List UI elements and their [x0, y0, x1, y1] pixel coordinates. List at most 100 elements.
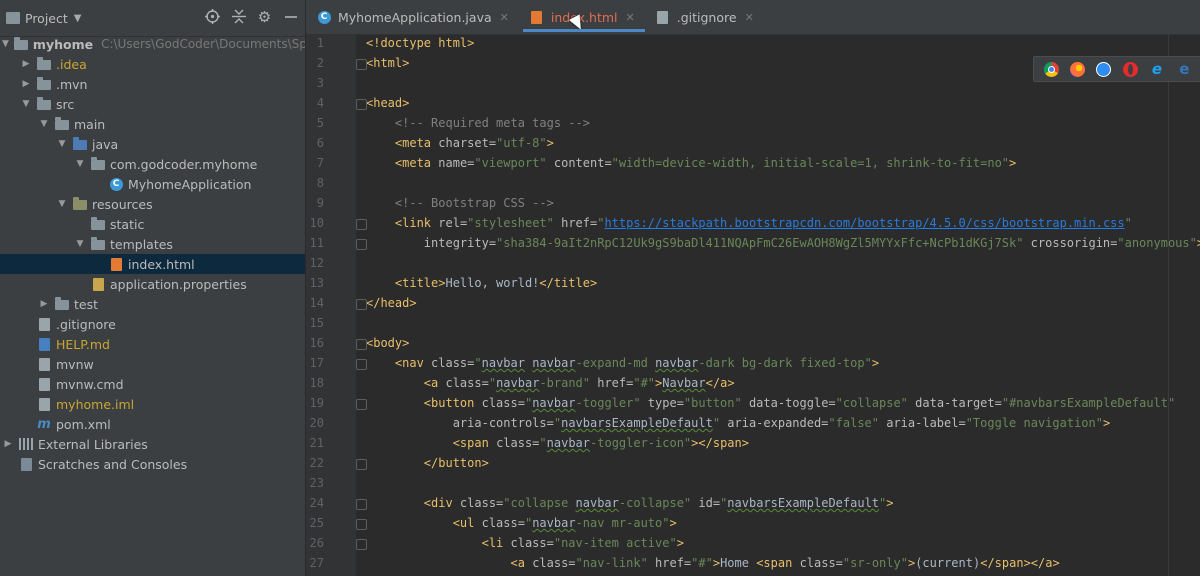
code-line[interactable]: </button> — [306, 453, 1200, 473]
tree-item[interactable]: ▶application.properties — [0, 274, 305, 294]
code-editor[interactable]: 1 2 3 4 5 6 7 8 9 10 11 12 13 14 15 16 17 18 19 20 21 22 23 24 2… — [306, 35, 1200, 576]
code-token: class= — [431, 356, 475, 370]
tree-item[interactable]: ▼ main — [0, 114, 305, 134]
project-view-icon — [6, 12, 20, 24]
fold-marker-icon[interactable] — [356, 99, 367, 110]
code-line[interactable]: <title>Hello, world!</title> — [306, 273, 1200, 293]
locate-file-icon[interactable] — [204, 8, 221, 25]
tree-item[interactable]: ▶ External Libraries — [0, 434, 305, 454]
opera-icon[interactable] — [1122, 61, 1138, 77]
tree-item[interactable]: ▶ .mvn — [0, 74, 305, 94]
tree-item[interactable]: ▼ templates — [0, 234, 305, 254]
fold-marker-icon[interactable] — [356, 519, 367, 530]
firefox-icon[interactable] — [1069, 61, 1085, 77]
code-line[interactable]: <nav class="navbar navbar-expand-md navb… — [306, 353, 1200, 373]
folder-icon — [13, 36, 29, 52]
code-line[interactable]: <body> — [306, 333, 1200, 353]
chevron-down-icon[interactable]: ▼ — [56, 139, 68, 149]
tree-item[interactable]: ▼ myhome C:\Users\GodCoder\Documents\Spr — [0, 34, 305, 54]
code-line[interactable]: <!doctype html> — [306, 35, 1200, 53]
code-line[interactable]: <a class="navbar-brand" href="#">Navbar<… — [306, 373, 1200, 393]
safari-icon[interactable] — [1096, 61, 1112, 77]
code-line[interactable]: <head> — [306, 93, 1200, 113]
code-line[interactable] — [306, 253, 1200, 273]
code-token: content= — [553, 156, 612, 170]
code-line[interactable]: <ul class="navbar-nav mr-auto"> — [306, 513, 1200, 533]
tree-item[interactable]: ▶mvnw — [0, 354, 305, 374]
code-line[interactable]: <a class="nav-link" href="#">Home <span … — [306, 553, 1200, 573]
tree-item[interactable]: ▼ com.godcoder.myhome — [0, 154, 305, 174]
chevron-right-icon[interactable]: ▶ — [2, 439, 14, 449]
collapse-all-icon[interactable] — [230, 8, 247, 25]
fold-marker-icon[interactable] — [356, 399, 367, 410]
tree-item[interactable]: ▶mvnw.cmd — [0, 374, 305, 394]
chevron-down-icon[interactable]: ▼ — [74, 13, 82, 24]
chevron-down-icon[interactable]: ▼ — [74, 159, 86, 169]
fold-marker-icon[interactable] — [356, 239, 367, 250]
code-token: class= — [481, 516, 525, 530]
fold-marker-icon[interactable] — [356, 59, 367, 70]
fold-marker-icon[interactable] — [356, 539, 367, 550]
fold-marker-icon[interactable] — [356, 359, 367, 370]
tree-item[interactable]: ▶CMyhomeApplication — [0, 174, 305, 194]
code-line[interactable]: <button class="navbar-toggler" type="but… — [306, 393, 1200, 413]
project-path-hint: C:\Users\GodCoder\Documents\Spr — [101, 37, 305, 51]
code-token: <a — [423, 376, 446, 390]
close-icon[interactable]: ✕ — [626, 11, 635, 24]
close-icon[interactable]: ✕ — [500, 11, 509, 24]
gear-icon[interactable]: ⚙ — [256, 8, 273, 26]
chevron-down-icon[interactable]: ▼ — [2, 39, 9, 49]
code-token: navbar — [532, 356, 576, 370]
tree-item[interactable]: ▶mpom.xml — [0, 414, 305, 434]
minimize-icon[interactable] — [282, 8, 299, 25]
chevron-right-icon[interactable]: ▶ — [20, 79, 32, 89]
ie-icon[interactable]: e — [1149, 60, 1165, 78]
tree-item[interactable]: ▶Scratches and Consoles — [0, 454, 305, 474]
code-line[interactable] — [306, 173, 1200, 193]
tree-item[interactable]: ▶.gitignore — [0, 314, 305, 334]
code-line[interactable]: <meta charset="utf-8"> — [306, 133, 1200, 153]
tree-item[interactable]: ▼ src — [0, 94, 305, 114]
chevron-right-icon[interactable]: ▶ — [38, 299, 50, 309]
fold-marker-icon[interactable] — [356, 339, 367, 350]
code-line[interactable]: <link rel="stylesheet" href= "https://sta… — [306, 213, 1200, 233]
code-line[interactable]: <div class="collapse navbar-collapse" id… — [306, 493, 1200, 513]
project-view-selector[interactable]: Project — [25, 11, 68, 26]
edge-icon[interactable]: e — [1176, 60, 1192, 78]
chrome-icon[interactable] — [1043, 61, 1059, 77]
fold-marker-icon[interactable] — [356, 499, 367, 510]
tree-item[interactable]: ▶ .idea — [0, 54, 305, 74]
source-folder-icon — [72, 136, 88, 152]
tree-item[interactable]: ▶ test — [0, 294, 305, 314]
close-icon[interactable]: ✕ — [745, 11, 754, 24]
code-line[interactable]: <meta name="viewport" content="width=dev… — [306, 153, 1200, 173]
tree-item[interactable]: ▶myhome.iml — [0, 394, 305, 414]
code-line[interactable]: <li class="nav-item active"> — [306, 533, 1200, 553]
chevron-down-icon[interactable]: ▼ — [56, 199, 68, 209]
fold-marker-icon[interactable] — [356, 219, 367, 230]
chevron-down-icon[interactable]: ▼ — [74, 239, 86, 249]
code-line[interactable] — [306, 473, 1200, 493]
tree-item[interactable]: ▶static — [0, 214, 305, 234]
code-line[interactable]: <span class="navbar-toggler-icon"></span… — [306, 433, 1200, 453]
fold-marker-icon[interactable] — [356, 459, 367, 470]
tree-item[interactable]: ▶index.html — [0, 254, 305, 274]
code-token: <!-- Bootstrap CSS --> — [366, 196, 554, 210]
code-line[interactable]: </head> — [306, 293, 1200, 313]
tree-item[interactable]: ▶HELP.md — [0, 334, 305, 354]
code-line[interactable] — [306, 313, 1200, 333]
fold-marker-icon[interactable] — [356, 299, 367, 310]
chevron-down-icon[interactable]: ▼ — [20, 99, 32, 109]
tree-item[interactable]: ▼ resources — [0, 194, 305, 214]
chevron-right-icon[interactable]: ▶ — [20, 59, 32, 69]
tree-item[interactable]: ▼ java — [0, 134, 305, 154]
editor-tab[interactable]: .gitignore ✕ — [645, 0, 764, 34]
chevron-down-icon[interactable]: ▼ — [38, 119, 50, 129]
editor-tab[interactable]: C MyhomeApplication.java ✕ — [306, 0, 519, 34]
code-token: <!-- Required meta tags --> — [366, 116, 590, 130]
code-line[interactable]: <!-- Required meta tags --> — [306, 113, 1200, 133]
code-line[interactable]: integrity="sha384-9aIt2nRpC12Uk9gS9baDl4… — [306, 233, 1200, 253]
code-line[interactable]: aria-controls="navbarsExampleDefault" ar… — [306, 413, 1200, 433]
code-line[interactable]: <!-- Bootstrap CSS --> — [306, 193, 1200, 213]
